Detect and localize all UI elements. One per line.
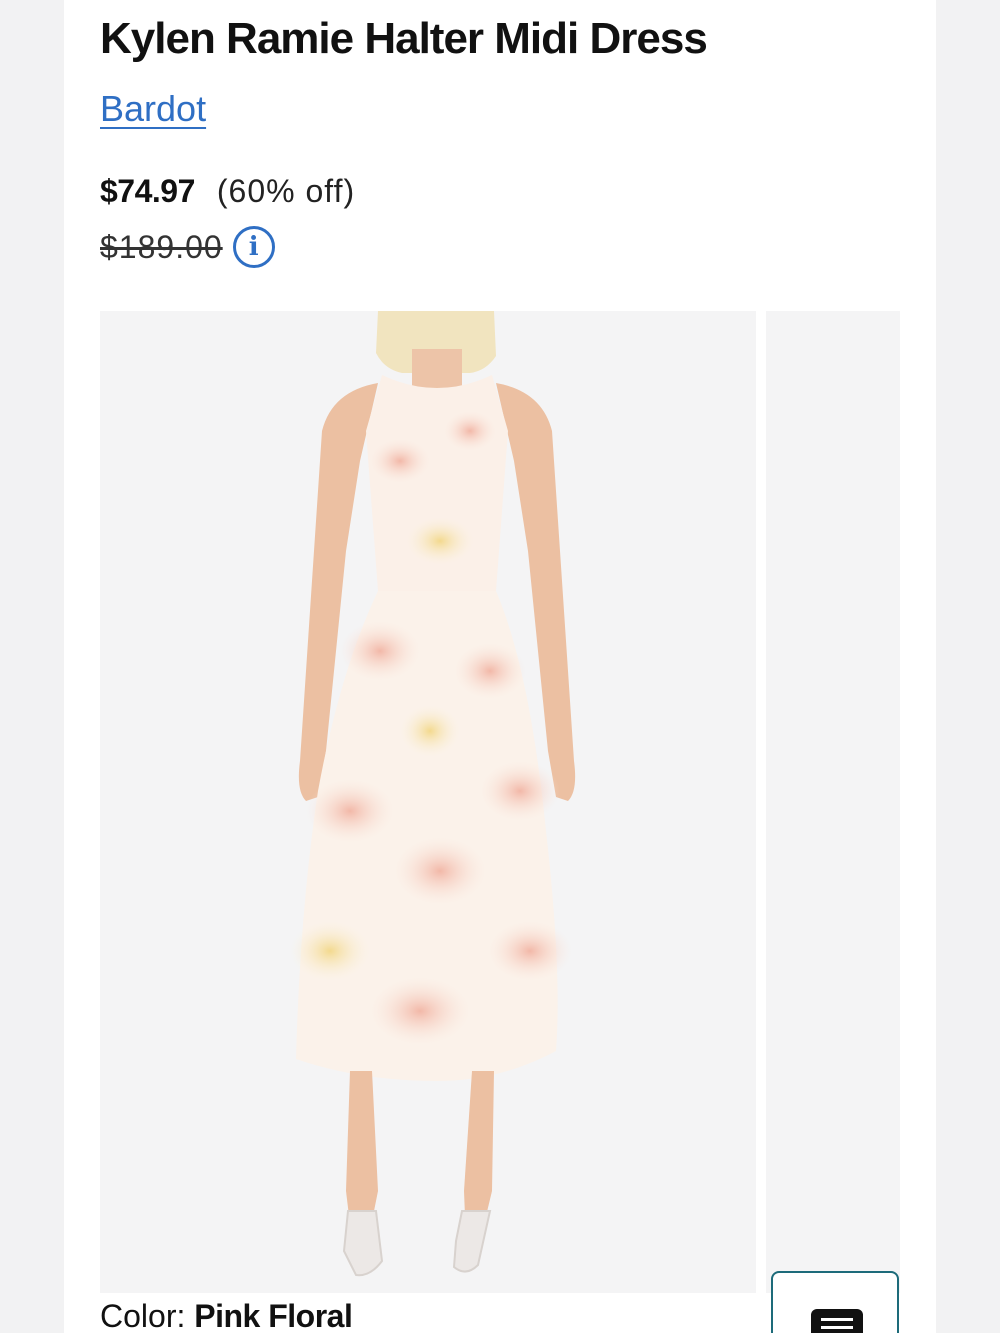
next-image-preview[interactable] [766,311,900,1293]
product-title: Kylen Ramie Halter Midi Dress [100,14,708,63]
original-price-row: $189.00 i [100,226,275,268]
product-page: Kylen Ramie Halter Midi Dress Bardot $74… [64,0,936,1333]
info-icon[interactable]: i [232,226,275,268]
size-chart-button[interactable] [771,1271,899,1333]
color-label: Color: [100,1298,186,1333]
current-price: $74.97 [100,173,195,209]
model-dress-illustration [290,311,576,1277]
original-price: $189.00 [100,228,223,265]
discount-label: (60% off) [216,173,356,209]
color-value: Pink Floral [194,1298,353,1333]
price-row: $74.97 (60% off) [100,173,355,210]
brand-link[interactable]: Bardot [100,88,206,130]
color-selection-label: Color: Pink Floral [100,1298,353,1333]
size-chart-icon [811,1309,863,1333]
product-image[interactable] [100,311,756,1293]
